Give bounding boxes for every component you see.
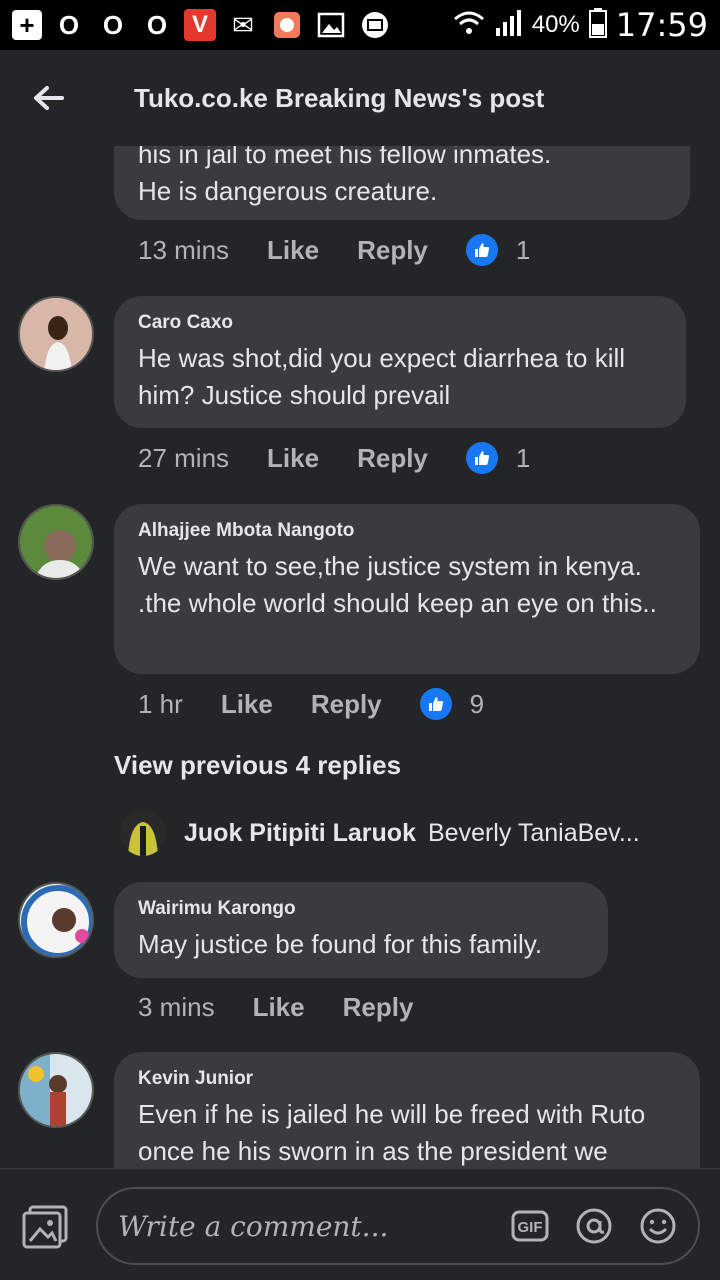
comment-time: 1 hr — [138, 688, 183, 719]
emoji-icon — [640, 1208, 676, 1244]
signal-icon — [494, 8, 524, 43]
thumbs-up-icon — [465, 234, 498, 266]
comment-bubble[interactable]: his in jail to meet his fellow inmates. … — [114, 146, 690, 220]
thumbs-up-icon — [465, 442, 498, 474]
status-bar: + O O O V ✉ 40% 17:59 — [0, 0, 720, 50]
comment-author[interactable]: Kevin Junior — [138, 1068, 676, 1090]
wifi-icon — [452, 8, 486, 43]
gif-button[interactable]: GIF — [510, 1206, 550, 1246]
comment-text: He was shot,did you expect diarrhea to k… — [138, 343, 626, 410]
at-mention-icon — [576, 1208, 612, 1244]
comment-composer-bar: GIF — [0, 1168, 720, 1280]
svg-text:GIF: GIF — [518, 1219, 543, 1236]
view-previous-replies-link[interactable]: View previous 4 replies — [114, 750, 401, 781]
clock: 17:59 — [615, 6, 708, 44]
emoji-button[interactable] — [638, 1206, 678, 1246]
message-icon — [358, 8, 392, 42]
avatar[interactable] — [18, 1052, 94, 1128]
comment-actions: 3 mins Like Reply — [138, 992, 451, 1023]
avatar[interactable] — [18, 882, 94, 958]
reaction-count[interactable]: 1 — [516, 235, 530, 266]
avatar[interactable] — [18, 504, 94, 580]
comment-input[interactable] — [118, 1209, 486, 1243]
comment-actions: 27 mins Like Reply 1 — [138, 442, 530, 474]
comment-author[interactable]: Caro Caxo — [138, 312, 662, 334]
comment-author[interactable]: Wairimu Karongo — [138, 898, 584, 920]
comment-time: 3 mins — [138, 992, 215, 1022]
like-button[interactable]: Like — [267, 235, 319, 266]
photo-button[interactable] — [22, 1205, 70, 1249]
reply-preview[interactable]: Juok Pitipiti Laruok Beverly TaniaBev... — [120, 810, 640, 856]
comment-text: his in jail to meet his fellow inmates. … — [138, 146, 552, 206]
notification-o-icon: O — [146, 9, 168, 40]
app-notification-icon — [270, 8, 304, 42]
comment-time: 13 mins — [138, 234, 230, 265]
avatar[interactable] — [18, 296, 94, 372]
notification-o-icon: O — [58, 9, 80, 40]
reply-author[interactable]: Juok Pitipiti Laruok — [184, 819, 416, 848]
reaction-count[interactable]: 9 — [470, 689, 484, 720]
comment-actions: 1 hr Like Reply 9 — [138, 688, 484, 720]
comment-time: 27 mins — [138, 442, 230, 473]
gallery-icon — [314, 8, 348, 42]
like-button[interactable]: Like — [267, 443, 319, 474]
add-notification-icon: + — [12, 10, 42, 40]
battery-percent: 40% — [531, 11, 580, 38]
v-app-icon: V — [184, 9, 216, 41]
comment-bubble[interactable]: Alhajjee Mbota Nangoto We want to see,th… — [114, 504, 700, 674]
comment-bubble[interactable]: Wairimu Karongo May justice be found for… — [114, 882, 608, 978]
mention-button[interactable] — [574, 1206, 614, 1246]
comment-bubble[interactable]: Kevin Junior Even if he is jailed he wil… — [114, 1052, 700, 1168]
reply-button[interactable]: Reply — [311, 689, 382, 720]
post-header: Tuko.co.ke Breaking News's post — [0, 50, 720, 146]
reply-button[interactable]: Reply — [357, 443, 428, 474]
comment-bubble[interactable]: Caro Caxo He was shot,did you expect dia… — [114, 296, 686, 428]
reply-text: Beverly TaniaBev... — [427, 818, 640, 847]
comment-author[interactable]: Alhajjee Mbota Nangoto — [138, 520, 676, 542]
comment-actions: 13 mins Like Reply 1 — [138, 234, 530, 266]
back-button[interactable] — [0, 50, 96, 146]
reply-button[interactable]: Reply — [343, 992, 414, 1023]
comment-input-wrapper[interactable]: GIF — [96, 1187, 700, 1265]
reaction-count[interactable]: 1 — [516, 443, 530, 474]
reply-button[interactable]: Reply — [357, 235, 428, 266]
back-arrow-icon — [34, 86, 64, 110]
gif-icon: GIF — [511, 1210, 549, 1242]
battery-icon — [588, 7, 608, 44]
avatar[interactable] — [120, 810, 166, 856]
page-title: Tuko.co.ke Breaking News's post — [134, 82, 545, 113]
thumbs-up-icon — [419, 688, 452, 720]
comment-text: We want to see,the justice system in ken… — [138, 551, 657, 618]
comment-text: Even if he is jailed he will be freed wi… — [138, 1099, 646, 1166]
comment-text: May justice be found for this family. — [138, 929, 543, 959]
like-button[interactable]: Like — [221, 689, 273, 720]
comments-feed[interactable]: his in jail to meet his fellow inmates. … — [0, 146, 720, 1168]
photo-icon — [22, 1205, 68, 1249]
mail-icon: ✉ — [232, 9, 254, 40]
notification-o-icon: O — [102, 9, 124, 40]
like-button[interactable]: Like — [253, 992, 305, 1023]
